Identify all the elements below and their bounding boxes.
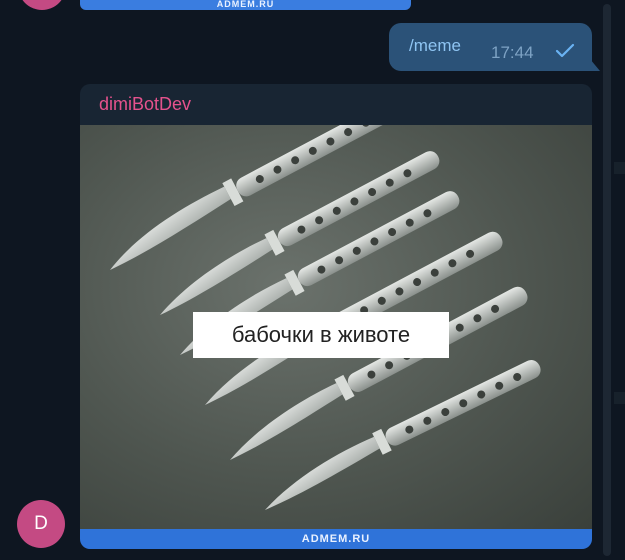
incoming-message-bubble[interactable]: dimiBotDev бабочки в животе ADMEM.RU <box>80 84 592 549</box>
scroll-marker <box>614 392 625 404</box>
outgoing-message-bubble[interactable]: /meme 17:44 <box>389 23 592 71</box>
sender-avatar[interactable]: D <box>17 500 65 548</box>
meme-caption: бабочки в животе <box>193 312 449 358</box>
meme-photo[interactable]: бабочки в животе <box>80 125 592 529</box>
chat-area: ADMEM.RU /meme 17:44 dimiBotDev бабочки … <box>0 0 625 560</box>
chat-scrollbar[interactable] <box>603 4 611 556</box>
scroll-marker <box>614 162 625 174</box>
single-check-icon <box>555 43 575 58</box>
photo-watermark: ADMEM.RU <box>80 529 592 549</box>
outgoing-message-text[interactable]: /meme <box>409 36 461 56</box>
previous-photo-watermark: ADMEM.RU <box>80 0 411 10</box>
message-time: 17:44 <box>491 43 534 62</box>
outgoing-bubble-tail <box>590 59 600 71</box>
previous-sender-avatar[interactable] <box>18 0 66 10</box>
sender-name[interactable]: dimiBotDev <box>99 94 191 115</box>
